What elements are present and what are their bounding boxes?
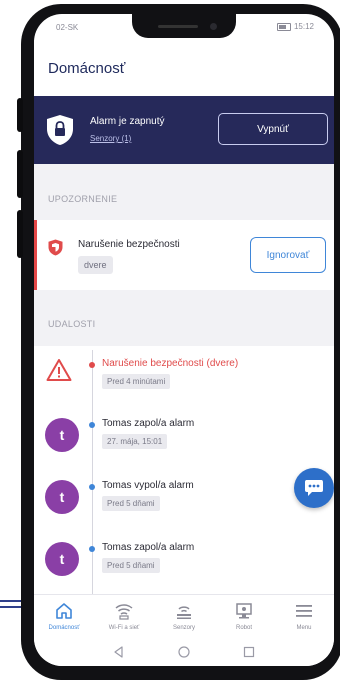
nav-item-home[interactable]: Domácnosť: [34, 595, 94, 639]
nav-item-menu[interactable]: Menu: [274, 595, 334, 639]
events-section-header: UDALOSTI: [34, 290, 334, 346]
timeline-dot: [89, 484, 95, 490]
battery-icon: [276, 22, 291, 31]
nav-item-robot[interactable]: Robot: [214, 595, 274, 639]
event-item: Narušenie bezpečnosti (dvere) Pred 4 min…: [34, 350, 334, 408]
alarm-status-bar: Alarm je zapnutý Senzory (1) Vypnúť: [34, 96, 334, 164]
event-title: Tomas zapol/a alarm: [102, 418, 195, 429]
sensor-icon: [177, 606, 191, 619]
timeline-dot: [89, 546, 95, 552]
nav-item-wifi[interactable]: Wi-Fi a sieť: [94, 595, 154, 639]
front-camera: [210, 23, 217, 30]
warning-triangle-icon: [46, 359, 72, 381]
chat-button[interactable]: [294, 468, 334, 508]
status-indicators: 15:12: [276, 22, 314, 31]
back-icon[interactable]: [112, 645, 126, 659]
nav-label: Domácnosť: [48, 625, 80, 631]
phone-notch: [132, 14, 236, 38]
avatar: t: [45, 542, 79, 576]
event-time: Pred 5 dňami: [102, 496, 160, 511]
phone-screen: 02-SK 15:12 Domácnosť Alarm je zapnutý S…: [34, 14, 334, 666]
recent-apps-icon[interactable]: [242, 645, 256, 659]
event-item: t Tomas zapol/a alarm 27. mája, 15:01: [34, 410, 334, 468]
warning-location-chip: dvere: [78, 256, 113, 274]
chat-bubble-icon: [305, 480, 323, 496]
menu-icon: [296, 605, 312, 617]
system-navigation-bar: [34, 638, 334, 666]
events-section-title: UDALOSTI: [48, 319, 96, 329]
robot-icon: [236, 603, 252, 619]
event-time: Pred 5 dňami: [102, 558, 160, 573]
status-time: 15:12: [293, 22, 314, 31]
warning-card: Narušenie bezpečnosti dvere Ignorovať: [34, 220, 334, 290]
phone-side-button: [17, 150, 23, 198]
page-title: Domácnosť: [48, 60, 126, 77]
nav-label: Menu: [296, 625, 312, 631]
home-circle-icon[interactable]: [177, 645, 191, 659]
app-header: Domácnosť: [34, 40, 334, 96]
alarm-status-text: Alarm je zapnutý: [90, 116, 165, 127]
warning-accent-bar: [34, 220, 37, 290]
timeline-dot: [89, 422, 95, 428]
event-item: t Tomas zapol/a alarm Pred 5 dňami: [34, 534, 334, 592]
avatar: t: [45, 418, 79, 452]
status-bar: 02-SK 15:12: [34, 14, 334, 40]
shield-lock-icon: [47, 115, 73, 145]
breach-shield-icon: [48, 239, 63, 256]
event-time: 27. mája, 15:01: [102, 434, 168, 449]
app-screenshot: 02-SK 15:12 Domácnosť Alarm je zapnutý S…: [0, 0, 340, 683]
avatar: t: [45, 480, 79, 514]
warnings-section-header: UPOZORNENIE: [34, 164, 334, 220]
timeline-dot: [89, 362, 95, 368]
phone-side-button: [17, 98, 23, 132]
ignore-button[interactable]: Ignorovať: [250, 237, 326, 273]
home-icon: [56, 603, 72, 619]
phone-side-button: [17, 210, 23, 258]
nav-label: Senzory: [172, 625, 195, 631]
warnings-section-title: UPOZORNENIE: [48, 194, 118, 204]
warning-title: Narušenie bezpečnosti: [78, 239, 180, 250]
event-title: Tomas vypol/a alarm: [102, 480, 194, 491]
event-item: t Tomas vypol/a alarm Pred 5 dňami: [34, 472, 334, 530]
nav-label: Robot: [235, 625, 252, 631]
bottom-navigation: Domácnosť Wi-Fi a sieť Senzory Robot Men…: [34, 594, 334, 639]
nav-item-sensors[interactable]: Senzory: [154, 595, 214, 639]
sensors-link[interactable]: Senzory (1): [90, 134, 131, 143]
wifi-icon: [115, 604, 133, 620]
event-time: Pred 4 minútami: [102, 374, 171, 389]
speaker-grille: [158, 25, 198, 28]
event-title: Tomas zapol/a alarm: [102, 542, 195, 553]
event-title: Narušenie bezpečnosti (dvere): [102, 358, 239, 369]
alarm-off-button[interactable]: Vypnúť: [218, 113, 328, 145]
status-carrier: 02-SK: [56, 23, 79, 32]
nav-label: Wi-Fi a sieť: [108, 625, 140, 631]
